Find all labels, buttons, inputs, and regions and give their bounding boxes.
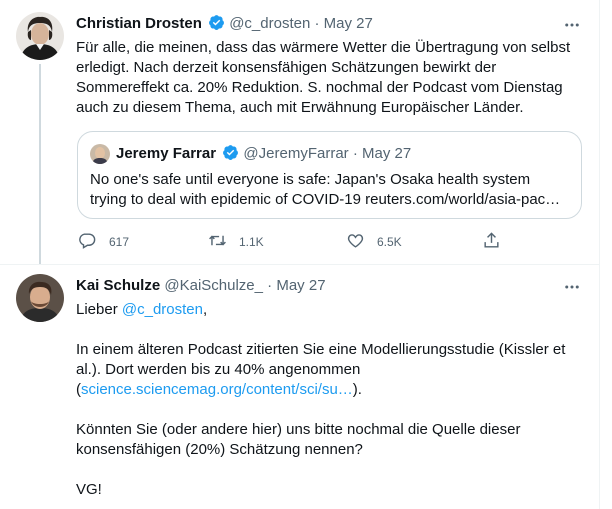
tweet-greeting: Lieber @c_drosten, — [76, 300, 576, 320]
verified-badge-icon — [222, 144, 239, 161]
tweet-date[interactable]: May 27 — [276, 277, 325, 294]
avatar-schulze[interactable] — [16, 274, 64, 322]
share-icon — [482, 231, 501, 253]
like-count: 6.5K — [377, 235, 402, 249]
link-close: ). — [352, 381, 362, 398]
paragraph-1-text: In einem älteren Podcast zitierten Sie e… — [76, 341, 566, 378]
more-icon[interactable] — [562, 278, 582, 298]
like-button[interactable]: 6.5K — [346, 230, 402, 254]
verified-badge-icon — [208, 14, 225, 31]
separator: · — [267, 277, 273, 294]
author-name[interactable]: Christian Drosten — [76, 15, 202, 32]
reply-button[interactable]: 617 — [78, 230, 129, 254]
separator: · — [314, 15, 320, 32]
quote-date: May 27 — [362, 145, 412, 162]
tweet-schulze[interactable]: Kai Schulze @KaiSchulze_ · May 27 Lieber… — [0, 265, 600, 509]
retweet-button[interactable]: 1.1K — [208, 230, 264, 254]
tweet-header: Kai Schulze @KaiSchulze_ · May 27 — [76, 276, 326, 296]
tweet-paragraph-1: In einem älteren Podcast zitierten Sie e… — [76, 340, 576, 400]
separator: · — [352, 145, 358, 162]
author-name[interactable]: Kai Schulze — [76, 277, 160, 294]
reply-count: 617 — [109, 235, 130, 249]
quote-author-name: Jeremy Farrar — [116, 145, 217, 162]
tweet-text: Für alle, die meinen, dass das wärmere W… — [76, 39, 571, 116]
greeting-suffix: , — [202, 301, 208, 318]
quote-author-handle: @JeremyFarrar — [243, 145, 349, 162]
greeting-prefix: Lieber — [76, 301, 122, 318]
share-button[interactable] — [482, 230, 501, 254]
retweet-count: 1.1K — [239, 235, 264, 249]
timeline: Christian Drosten @c_drosten · May 27 Fü… — [0, 0, 600, 509]
avatar-drosten[interactable] — [16, 12, 64, 60]
reply-icon — [78, 231, 97, 253]
more-icon[interactable] — [562, 16, 582, 36]
like-icon — [346, 231, 365, 253]
tweet-paragraph-2: Könnten Sie (oder andere hier) uns bitte… — [76, 421, 521, 458]
tweet-signoff: VG! — [76, 481, 102, 498]
quote-header: Jeremy Farrar @JeremyFarrar · May 27 — [116, 144, 411, 164]
tweet-header: Christian Drosten @c_drosten · May 27 — [76, 14, 373, 34]
tweet-actions: 617 1.1K 6.5K — [70, 230, 510, 254]
retweet-icon — [208, 231, 227, 253]
author-handle[interactable]: @KaiSchulze_ — [164, 277, 263, 294]
tweet-drosten[interactable]: Christian Drosten @c_drosten · May 27 Fü… — [0, 0, 600, 264]
tweet-date[interactable]: May 27 — [324, 15, 373, 32]
avatar-farrar — [90, 144, 110, 164]
thread-line — [39, 64, 41, 264]
quote-text: No one's safe until everyone is safe: Ja… — [90, 171, 561, 208]
quoted-tweet[interactable]: Jeremy Farrar @JeremyFarrar · May 27 No … — [77, 131, 582, 219]
mention-link[interactable]: @c_drosten — [122, 301, 203, 318]
author-handle[interactable]: @c_drosten — [229, 15, 310, 32]
science-link[interactable]: science.sciencemag.org/content/sci/su… — [81, 381, 353, 398]
